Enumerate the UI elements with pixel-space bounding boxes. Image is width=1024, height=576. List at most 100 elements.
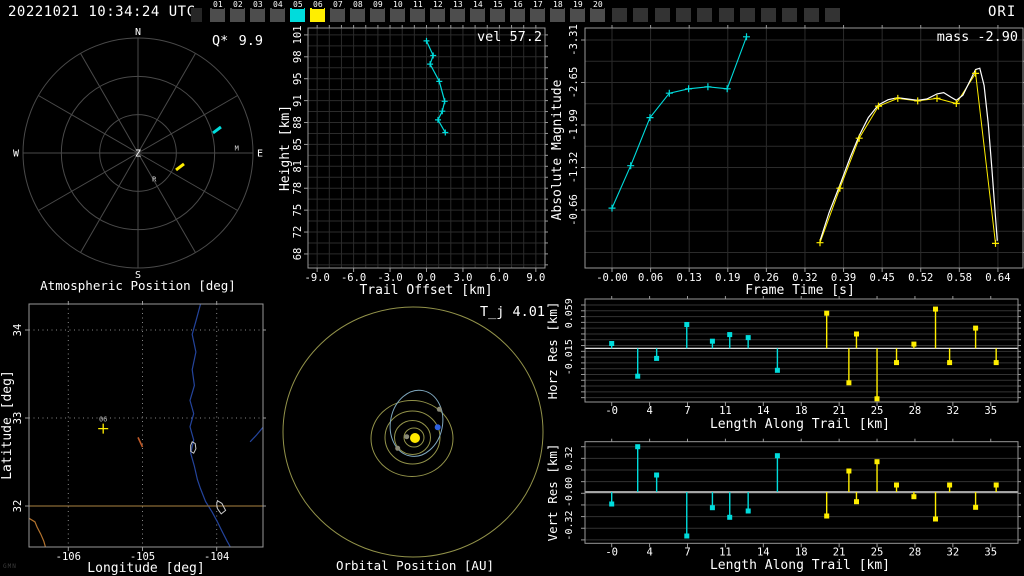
x-tick-label: -106 [56, 551, 81, 563]
stem-marker [609, 341, 615, 346]
x-tick-label: 32 [947, 547, 960, 559]
y-tick-label: -0.32 [564, 510, 575, 540]
stem-marker [947, 360, 953, 366]
data-point-marker [441, 98, 448, 105]
data-point-marker [430, 52, 437, 59]
x-tick-label: -104 [204, 551, 229, 563]
y-tick-label: -2.65 [568, 67, 580, 99]
stem-marker [745, 335, 751, 341]
stem-marker [993, 482, 999, 488]
y-tick-label: 101 [292, 25, 304, 44]
grid [585, 304, 1018, 399]
x-tick-label: 32 [947, 405, 960, 417]
stem-marker [846, 380, 852, 386]
y-tick-label: 0.32 [564, 446, 575, 470]
stem-marker [654, 355, 660, 361]
data-point-marker [894, 94, 902, 102]
data-point-marker [439, 108, 446, 115]
sun-dot [410, 433, 420, 443]
orbital-position-panel: T_j 4.01 Orbital Position [AU] [282, 304, 545, 573]
y-tick-label: 91 [292, 94, 304, 107]
panel-title: Atmospheric Position [deg] [40, 278, 236, 293]
x-tick-label: 4 [646, 405, 652, 417]
x-tick-label: 0.13 [677, 272, 702, 284]
compass-west-label: W [13, 149, 20, 160]
stem-marker [635, 373, 641, 379]
stem-marker [911, 341, 917, 347]
q-badge-value: 9.9 [239, 33, 263, 49]
stem-marker [774, 367, 780, 373]
stem-marker [727, 514, 733, 520]
x-tick-label: 6.0 [490, 272, 509, 284]
x-tick-label: 28 [909, 547, 922, 559]
data-point-marker [972, 69, 980, 77]
stem-marker [684, 322, 690, 327]
data-point-marker [442, 129, 449, 136]
y-tick-label: -1.32 [568, 152, 580, 184]
x-tick-label: 14 [757, 547, 770, 559]
x-tick-label: -0.00 [596, 272, 628, 284]
meteor-streak-05 [212, 125, 222, 135]
stem-marker [709, 338, 715, 344]
x-tick-label: 0.06 [638, 272, 663, 284]
station-marker-label: 06 [99, 416, 107, 424]
compass-north-label: N [135, 27, 141, 38]
planet-dot [395, 445, 401, 451]
river-rio-grande [29, 517, 46, 547]
x-tick-label: 21 [833, 405, 846, 417]
data-point-marker [423, 37, 430, 44]
ground-track-panel: 06-106 -105 -104323334Longitude [deg]Latit… [0, 301, 266, 576]
ground-trail-streak [137, 437, 144, 448]
y-axis-label: Vert Res [km] [545, 444, 560, 542]
y-tick-label: 98 [292, 50, 304, 63]
x-axis-label: Frame Time [s] [745, 283, 855, 298]
station-05-stems [609, 322, 780, 379]
plots-canvas: ZNSW EQ* 9.9MRAtmospheric Position [deg] -9… [0, 24, 1024, 576]
data-point-marker [723, 85, 731, 93]
x-tick-label: 4 [646, 547, 652, 559]
y-tick-label: -1.99 [568, 109, 580, 141]
vert-res-panel: -0 4 7 11 14 18 21 25 28 32 35 0.32 -0.00 -0.32 Length… [545, 438, 1021, 573]
river-segment [249, 426, 263, 443]
stem-marker [894, 360, 899, 366]
y-tick-label: 78 [292, 182, 304, 195]
velocity-badge: vel 57.2 [477, 29, 542, 45]
model-fit-curve [819, 67, 998, 241]
station-05-lightcurve [611, 36, 748, 209]
map-features [29, 304, 263, 547]
station-06-stems [824, 306, 999, 402]
tisserand-badge: T_j 4.01 [480, 304, 545, 320]
data-point-marker [685, 85, 693, 93]
y-tick-label: -3.31 [568, 24, 580, 56]
atmospheric-position-panel: ZNSW EQ* 9.9MRAtmospheric Position [deg] [13, 27, 263, 293]
x-tick-label: 0.45 [869, 272, 894, 284]
horz-res-panel: -0 4 7 11 14 18 21 25 28 32 35 0.059 -0.015 Length Al… [545, 296, 1021, 432]
x-tick-label: 35 [984, 405, 997, 417]
station-06-stems [824, 459, 999, 522]
x-axis-label: Longitude [deg] [87, 561, 204, 576]
planet-orbit [282, 306, 544, 558]
stem-marker [933, 516, 938, 522]
x-axis-label: Length Along Trail [km] [710, 558, 890, 573]
planet-dot [436, 406, 442, 412]
stem-marker [973, 504, 979, 510]
stem-marker [947, 482, 953, 488]
y-axis-label: Horz Res [km] [545, 302, 560, 400]
x-tick-label: 7 [684, 547, 690, 559]
panel-title: Orbital Position [AU] [336, 558, 494, 573]
data-point-marker [627, 162, 635, 170]
stem-marker [911, 494, 917, 500]
x-axis-label: Length Along Trail [km] [710, 417, 890, 432]
stem-marker [933, 306, 938, 312]
x-tick-label: 11 [719, 547, 732, 559]
stem-marker [709, 505, 715, 511]
grid [585, 446, 1018, 541]
stem-marker [609, 501, 615, 507]
x-tick-label: 25 [871, 547, 884, 559]
x-tick-label: 11 [719, 405, 732, 417]
x-tick-label: 18 [795, 547, 808, 559]
x-tick-label: 7 [684, 405, 690, 417]
polar-point-label: R [152, 175, 157, 183]
x-tick-label: 9.0 [526, 272, 545, 284]
x-tick-label: -0 [605, 405, 618, 417]
